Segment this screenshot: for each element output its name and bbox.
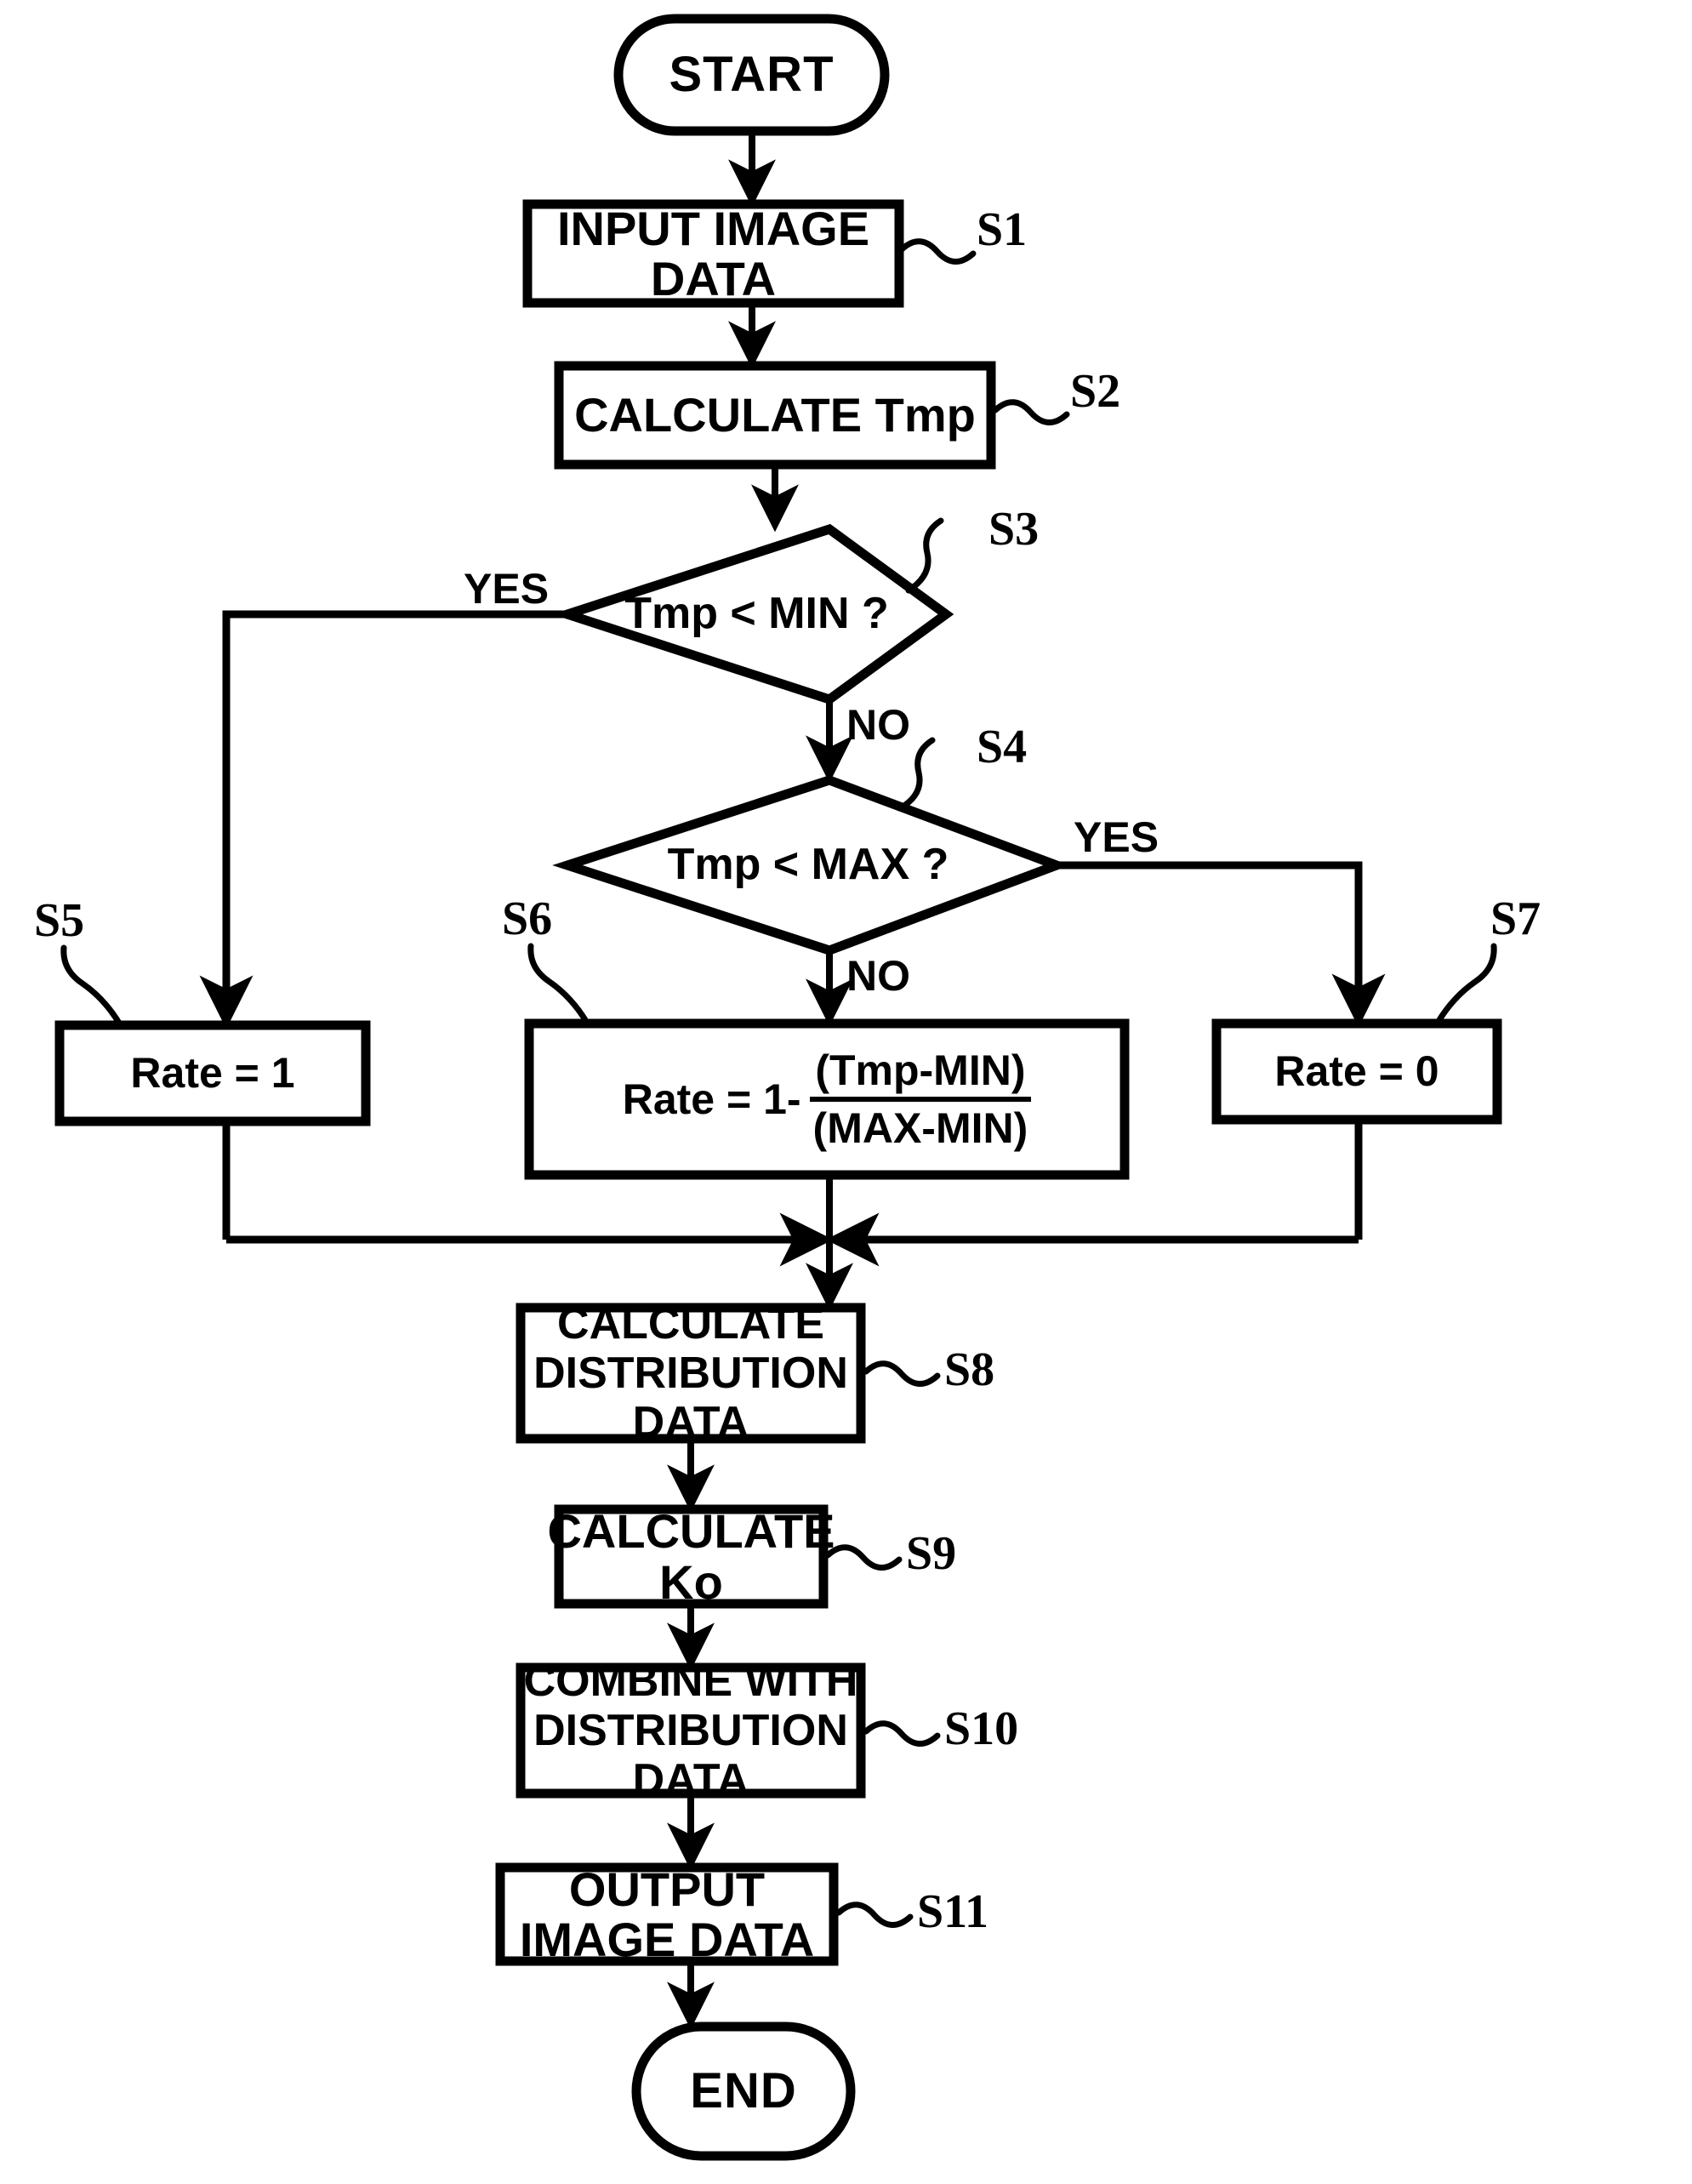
s4-decision-shape [552, 775, 1070, 955]
flowchart-canvas [54, 14, 1502, 2161]
s10-process-shape [516, 1662, 866, 1799]
s11-process-shape [495, 1862, 839, 1966]
leader-s3 [905, 517, 944, 594]
edge-s3-yes-to-s5 [199, 610, 567, 1029]
leader-s7 [1434, 943, 1497, 1026]
end-terminator-shape [631, 2021, 856, 2161]
s1-process-shape [522, 199, 904, 308]
start-terminator-shape [613, 14, 890, 136]
s3-decision-shape [552, 523, 954, 705]
s2-process-shape [554, 361, 996, 470]
s8-process-shape [516, 1303, 866, 1444]
leader-s2 [992, 399, 1070, 425]
s6-process-shape [524, 1018, 1130, 1180]
s5-process-shape [54, 1020, 371, 1126]
leader-s4 [897, 737, 936, 812]
leader-s10 [863, 1720, 941, 1747]
leader-s1 [898, 238, 977, 265]
edge-s4-yes-to-s7 [1057, 861, 1386, 1028]
flowchart-page: START INPUT IMAGE DATA CALCULATE Tmp Tmp… [0, 0, 1692, 2184]
leader-s11 [835, 1902, 914, 1928]
leader-s9 [824, 1544, 903, 1571]
leader-s5 [60, 944, 123, 1028]
s7-process-shape [1211, 1018, 1502, 1125]
leader-s8 [863, 1360, 941, 1387]
s9-process-shape [554, 1504, 829, 1609]
leader-s6 [527, 943, 590, 1026]
